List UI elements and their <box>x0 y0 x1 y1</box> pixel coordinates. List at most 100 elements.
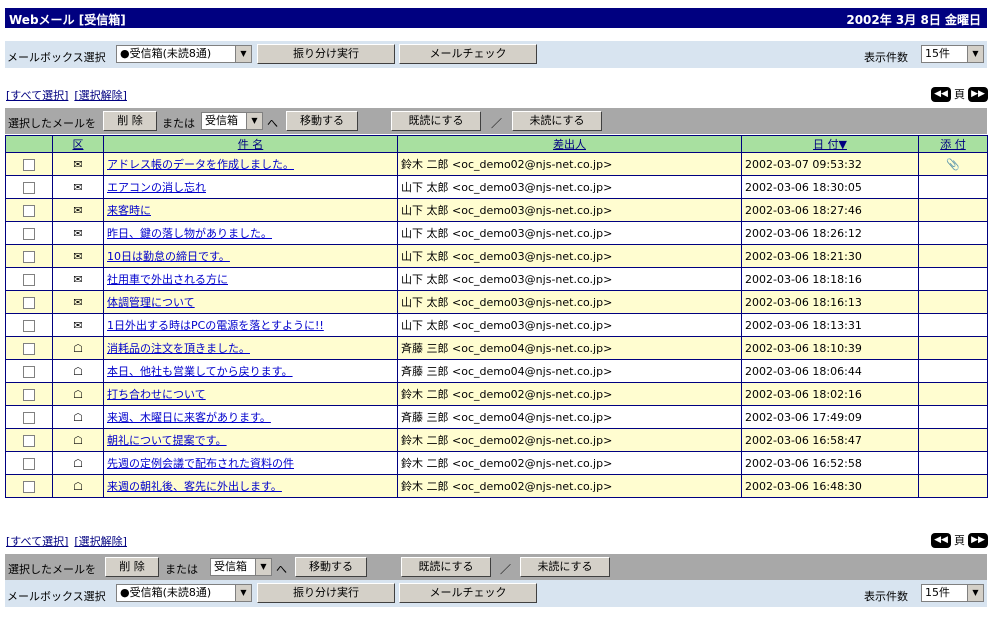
subject-link[interactable]: 本日、他社も営業してから戻ります。 <box>107 365 293 378</box>
subject-link[interactable]: 来客時に <box>107 204 151 217</box>
subject-link[interactable]: 昨日、鍵の落し物がありました。 <box>107 227 272 240</box>
mail-check-button[interactable]: メールチェック <box>399 583 537 603</box>
to-label: へ <box>267 117 278 130</box>
folder-select[interactable]: 受信箱 ▼ <box>210 558 272 576</box>
row-attach-cell <box>918 313 988 337</box>
subject-link[interactable]: 1日外出する時はPCの電源を落とすように!! <box>107 319 324 332</box>
table-row: ✉ 社用車で外出される方に 山下 太郎 <oc_demo03@njs-net.co.… <box>5 267 988 291</box>
sort-button[interactable]: 振り分け実行 <box>257 583 395 603</box>
first-page-icon[interactable]: ◀◀ <box>931 86 951 102</box>
row-checkbox[interactable] <box>23 204 35 217</box>
header-date[interactable]: 日 付▼ <box>741 135 919 153</box>
action-bar-top: 選択したメールを 削 除 または 受信箱 ▼ へ 移動する 既読にする ／ 未読… <box>5 108 987 134</box>
row-checkbox[interactable] <box>23 480 35 493</box>
row-checkbox[interactable] <box>23 365 35 378</box>
action-bar-bottom: 選択したメールを 削 除 または 受信箱 ▼ へ 移動する 既読にする ／ 未読… <box>5 554 987 580</box>
row-kind-cell: ✉ <box>52 313 104 337</box>
mailbox-select[interactable]: ●受信箱(未読8通) ▼ <box>116 584 252 602</box>
move-button[interactable]: 移動する <box>295 557 367 577</box>
row-check-cell <box>5 359 53 383</box>
row-checkbox[interactable] <box>23 388 35 401</box>
mail-status-icon: ✉ <box>73 157 83 171</box>
sort-button[interactable]: 振り分け実行 <box>257 44 395 64</box>
row-subject-cell: 打ち合わせについて <box>103 382 398 406</box>
row-subject-cell: 昨日、鍵の落し物がありました。 <box>103 221 398 245</box>
move-button[interactable]: 移動する <box>286 111 358 131</box>
delete-button[interactable]: 削 除 <box>105 557 159 577</box>
row-date: 2002-03-06 18:26:12 <box>741 221 919 245</box>
row-check-cell <box>5 313 53 337</box>
folder-select[interactable]: 受信箱 ▼ <box>201 112 263 130</box>
row-checkbox[interactable] <box>23 434 35 447</box>
row-checkbox[interactable] <box>23 250 35 263</box>
mark-unread-button[interactable]: 未読にする <box>520 557 610 577</box>
page-label: 頁 <box>954 88 965 101</box>
row-sender: 山下 太郎 <oc_demo03@njs-net.co.jp> <box>397 290 742 314</box>
subject-link[interactable]: アドレス帳のデータを作成しました。 <box>107 158 294 171</box>
row-check-cell <box>5 336 53 360</box>
select-links-bottom: [すべて選択] [選択解除] <box>6 533 133 549</box>
subject-link[interactable]: 消耗品の注文を頂きました。 <box>107 342 250 355</box>
first-page-icon[interactable]: ◀◀ <box>931 532 951 548</box>
table-row: ☖ 先週の定例会議で配布された資料の件 鈴木 二郎 <oc_demo02@njs-n… <box>5 451 988 475</box>
row-checkbox[interactable] <box>23 158 35 171</box>
table-row: ☖ 打ち合わせについて 鈴木 二郎 <oc_demo02@njs-net.co.jp… <box>5 382 988 406</box>
pager-bottom: ◀◀ 頁 ▶▶ <box>931 532 988 548</box>
count-select-value: 15件 <box>925 47 950 60</box>
mark-read-button[interactable]: 既読にする <box>391 111 481 131</box>
table-row: ☖ 来週の朝礼後、客先に外出します。 鈴木 二郎 <oc_demo02@njs-ne… <box>5 474 988 498</box>
row-attach-cell <box>918 336 988 360</box>
mark-read-button[interactable]: 既読にする <box>401 557 491 577</box>
header-kind[interactable]: 区 <box>52 135 104 153</box>
subject-link[interactable]: 社用車で外出される方に <box>107 273 228 286</box>
subject-link[interactable]: 朝礼について提案です。 <box>107 434 227 447</box>
row-checkbox[interactable] <box>23 273 35 286</box>
mailbox-select[interactable]: ●受信箱(未読8通) ▼ <box>116 45 252 63</box>
header-subject[interactable]: 件 名 <box>103 135 398 153</box>
table-row: ✉ エアコンの消し忘れ 山下 太郎 <oc_demo03@njs-net.co.jp… <box>5 175 988 199</box>
row-checkbox[interactable] <box>23 181 35 194</box>
folder-select-value: 受信箱 <box>205 114 238 127</box>
row-checkbox[interactable] <box>23 319 35 332</box>
subject-link[interactable]: 体調管理について <box>107 296 195 309</box>
row-checkbox[interactable] <box>23 296 35 309</box>
mailbox-bar-bottom: メールボックス選択 ●受信箱(未読8通) ▼ 振り分け実行 メールチェック 表示… <box>5 580 987 607</box>
selected-label: 選択したメールを <box>8 117 96 130</box>
select-all-link[interactable]: [すべて選択] <box>6 535 68 548</box>
row-checkbox[interactable] <box>23 342 35 355</box>
selected-label: 選択したメールを <box>8 563 96 576</box>
row-sender: 山下 太郎 <oc_demo03@njs-net.co.jp> <box>397 267 742 291</box>
deselect-link[interactable]: [選択解除] <box>74 535 127 548</box>
table-row: ☖ 朝礼について提案です。 鈴木 二郎 <oc_demo02@njs-net.co.… <box>5 428 988 452</box>
row-attach-cell <box>918 175 988 199</box>
subject-link[interactable]: 10日は勤怠の締日です。 <box>107 250 230 263</box>
row-checkbox[interactable] <box>23 411 35 424</box>
row-sender: 斉藤 三郎 <oc_demo04@njs-net.co.jp> <box>397 336 742 360</box>
row-kind-cell: ☖ <box>52 474 104 498</box>
mail-check-button[interactable]: メールチェック <box>399 44 537 64</box>
row-attach-cell: 📎 <box>918 152 988 176</box>
subject-link[interactable]: 打ち合わせについて <box>107 388 206 401</box>
count-select[interactable]: 15件 ▼ <box>921 45 984 63</box>
subject-link[interactable]: 来週、木曜日に来客があります。 <box>107 411 271 424</box>
mark-unread-button[interactable]: 未読にする <box>512 111 602 131</box>
last-page-icon[interactable]: ▶▶ <box>968 86 988 102</box>
delete-button[interactable]: 削 除 <box>103 111 157 131</box>
select-all-link[interactable]: [すべて選択] <box>6 89 68 102</box>
row-check-cell <box>5 474 53 498</box>
count-label: 表示件数 <box>864 51 908 64</box>
row-checkbox[interactable] <box>23 227 35 240</box>
subject-link[interactable]: 先週の定例会議で配布された資料の件 <box>107 457 294 470</box>
select-links-top: [すべて選択] [選択解除] <box>6 87 133 103</box>
count-label: 表示件数 <box>864 590 908 603</box>
header-sender[interactable]: 差出人 <box>397 135 742 153</box>
deselect-link[interactable]: [選択解除] <box>74 89 127 102</box>
subject-link[interactable]: エアコンの消し忘れ <box>107 181 206 194</box>
row-checkbox[interactable] <box>23 457 35 470</box>
row-sender: 山下 太郎 <oc_demo03@njs-net.co.jp> <box>397 221 742 245</box>
or-label: または <box>162 117 195 130</box>
row-date: 2002-03-06 16:48:30 <box>741 474 919 498</box>
count-select[interactable]: 15件 ▼ <box>921 584 984 602</box>
subject-link[interactable]: 来週の朝礼後、客先に外出します。 <box>107 480 282 493</box>
last-page-icon[interactable]: ▶▶ <box>968 532 988 548</box>
